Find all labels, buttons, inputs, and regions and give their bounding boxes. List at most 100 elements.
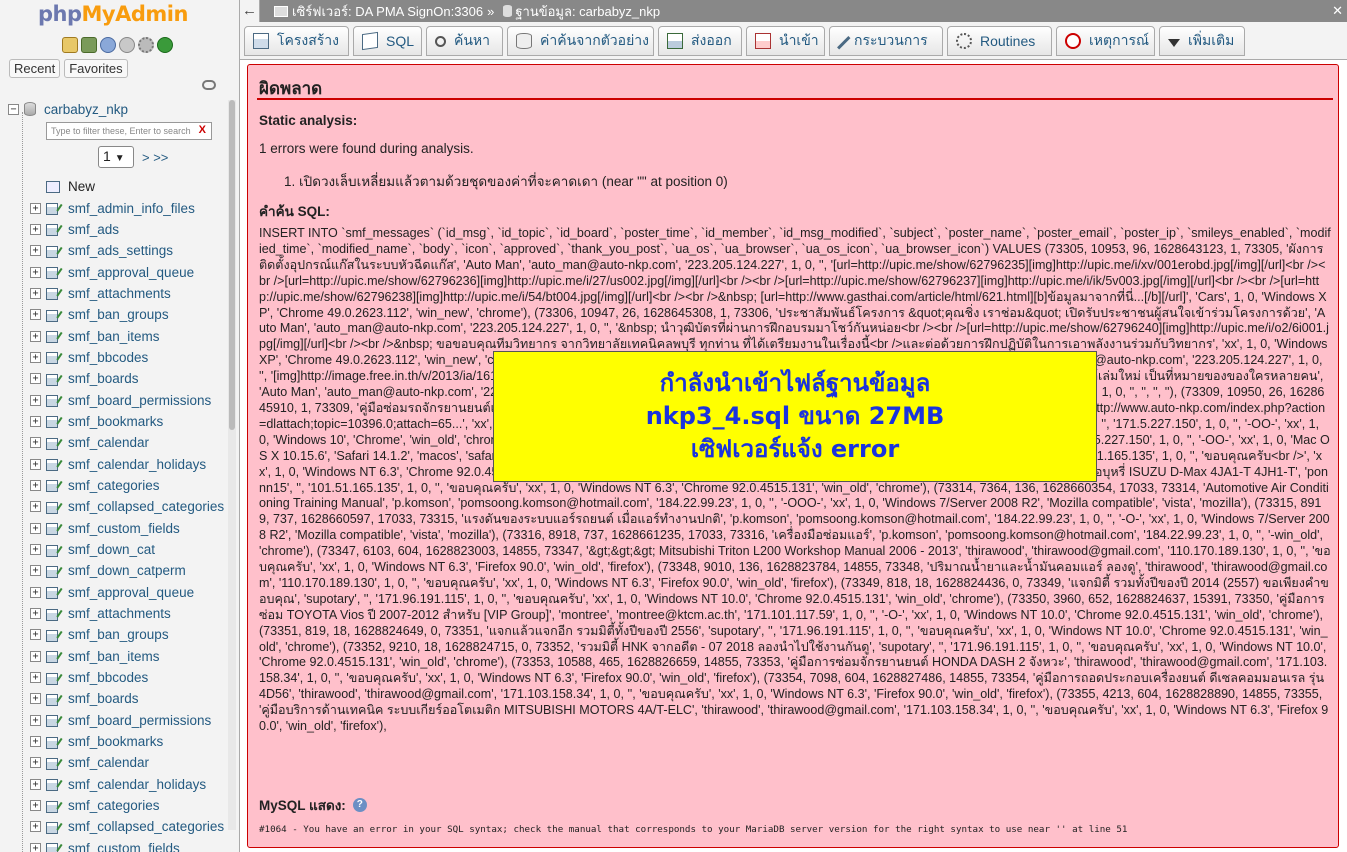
sidebar-table-item[interactable]: + smf_categories — [30, 795, 230, 816]
tab-events[interactable]: เหตุการณ์ — [1056, 26, 1155, 56]
docs-icon[interactable] — [119, 37, 135, 53]
sidebar-table-item[interactable]: + smf_board_permissions — [30, 710, 230, 731]
breadcrumb-database[interactable]: ฐานข้อมูล: carbabyz_nkp — [515, 1, 660, 22]
tab-operations[interactable]: กระบวนการ — [829, 26, 943, 56]
tab-sql[interactable]: SQL — [353, 26, 422, 56]
sidebar-scrollbar-thumb[interactable] — [229, 100, 235, 430]
settings-icon[interactable]: ✕ — [1332, 3, 1343, 19]
expand-icon[interactable]: + — [30, 821, 41, 833]
expand-icon[interactable]: + — [30, 202, 41, 214]
expand-icon[interactable]: + — [30, 586, 41, 598]
sidebar-table-item[interactable]: + smf_calendar — [30, 432, 230, 453]
sidebar-table-item[interactable]: + smf_attachments — [30, 283, 230, 304]
expand-icon[interactable]: + — [30, 800, 41, 812]
expand-icon[interactable]: + — [30, 544, 41, 556]
favorites-tab[interactable]: Favorites — [64, 59, 128, 78]
sidebar-table-item[interactable]: + smf_boards — [30, 688, 230, 709]
expand-icon[interactable]: + — [30, 415, 41, 427]
table-name[interactable]: smf_attachments — [68, 286, 171, 301]
table-name[interactable]: smf_calendar_holidays — [68, 457, 206, 472]
sidebar-table-item[interactable]: + smf_calendar_holidays — [30, 774, 230, 795]
next-page-link[interactable]: > >> — [142, 150, 168, 165]
page-select[interactable]: 1 ▼ — [98, 146, 134, 168]
tab-search[interactable]: ค้นหา — [426, 26, 503, 56]
tab-export[interactable]: ส่งออก — [658, 26, 742, 56]
sidebar-table-item[interactable]: + smf_bbcodes — [30, 667, 230, 688]
sidebar-table-item[interactable]: + smf_bookmarks — [30, 731, 230, 752]
table-name[interactable]: smf_board_permissions — [68, 713, 211, 728]
expand-icon[interactable]: + — [30, 394, 41, 406]
table-name[interactable]: smf_categories — [68, 798, 160, 813]
sidebar-table-item[interactable]: + smf_calendar_holidays — [30, 453, 230, 474]
table-name[interactable]: smf_custom_fields — [68, 841, 180, 852]
tab-structure[interactable]: โครงสร้าง — [244, 26, 349, 56]
tab-import[interactable]: นำเข้า — [746, 26, 825, 56]
expand-icon[interactable]: + — [30, 458, 41, 470]
tab-more[interactable]: เพิ่มเติม — [1159, 26, 1245, 56]
table-name[interactable]: smf_categories — [68, 478, 160, 493]
expand-icon[interactable]: + — [30, 330, 41, 342]
sidebar-table-item[interactable]: + smf_boards — [30, 368, 230, 389]
table-name[interactable]: smf_boards — [68, 691, 139, 706]
help-icon[interactable] — [100, 37, 116, 53]
new-table-item[interactable]: New — [30, 176, 230, 197]
expand-icon[interactable]: + — [30, 309, 41, 321]
expand-icon[interactable]: + — [30, 266, 41, 278]
table-name[interactable]: smf_board_permissions — [68, 393, 211, 408]
recent-tab[interactable]: Recent — [9, 59, 61, 78]
table-name[interactable]: smf_collapsed_categories — [68, 819, 224, 834]
sidebar-table-item[interactable]: + smf_collapsed_categories — [30, 496, 230, 517]
collapse-sidebar-icon[interactable]: ← — [240, 0, 260, 22]
sidebar-table-item[interactable]: + smf_custom_fields — [30, 518, 230, 539]
expand-icon[interactable]: + — [30, 650, 41, 662]
expand-icon[interactable]: + — [30, 842, 41, 852]
clear-filter-icon[interactable]: X — [199, 124, 206, 136]
expand-icon[interactable]: + — [30, 437, 41, 449]
sidebar-table-item[interactable]: + smf_down_cat — [30, 539, 230, 560]
settings-icon[interactable] — [138, 37, 154, 53]
phpmyadmin-logo[interactable]: phpMyAdmin — [38, 2, 188, 26]
tab-routines[interactable]: Routines — [947, 26, 1052, 56]
sidebar-table-item[interactable]: + smf_admin_info_files — [30, 197, 230, 218]
tab-query[interactable]: ค่าค้นจากตัวอย่าง — [507, 26, 654, 56]
expand-icon[interactable]: + — [30, 522, 41, 534]
sidebar-table-item[interactable]: + smf_attachments — [30, 603, 230, 624]
sidebar-table-item[interactable]: + smf_ads — [30, 219, 230, 240]
sidebar-table-item[interactable]: + smf_approval_queue — [30, 261, 230, 282]
table-name[interactable]: smf_custom_fields — [68, 521, 180, 536]
table-name[interactable]: smf_approval_queue — [68, 265, 194, 280]
table-name[interactable]: smf_down_catperm — [68, 563, 186, 578]
expand-icon[interactable]: + — [30, 672, 41, 684]
sidebar-table-item[interactable]: + smf_ban_items — [30, 325, 230, 346]
expand-icon[interactable]: + — [30, 608, 41, 620]
table-name[interactable]: smf_approval_queue — [68, 585, 194, 600]
expand-icon[interactable]: + — [30, 245, 41, 257]
table-name[interactable]: smf_calendar — [68, 435, 149, 450]
sidebar-table-item[interactable]: + smf_bookmarks — [30, 411, 230, 432]
table-name[interactable]: smf_ads — [68, 222, 119, 237]
link-with-main-icon[interactable] — [202, 80, 216, 90]
sidebar-table-item[interactable]: + smf_custom_fields — [30, 838, 230, 852]
table-name[interactable]: smf_ads_settings — [68, 243, 173, 258]
sidebar-table-item[interactable]: + smf_board_permissions — [30, 389, 230, 410]
table-name[interactable]: smf_bbcodes — [68, 350, 148, 365]
sidebar-table-item[interactable]: + smf_ban_groups — [30, 624, 230, 645]
expand-icon[interactable]: + — [30, 479, 41, 491]
expand-icon[interactable]: + — [30, 693, 41, 705]
expand-icon[interactable]: + — [30, 223, 41, 235]
reload-icon[interactable] — [157, 37, 173, 53]
sidebar-table-item[interactable]: + smf_categories — [30, 475, 230, 496]
table-name[interactable]: smf_calendar — [68, 755, 149, 770]
table-name[interactable]: smf_bbcodes — [68, 670, 148, 685]
expand-icon[interactable]: + — [30, 757, 41, 769]
sidebar-table-item[interactable]: + smf_approval_queue — [30, 582, 230, 603]
expand-icon[interactable]: + — [30, 778, 41, 790]
database-item[interactable]: − carbabyz_nkp — [8, 98, 233, 120]
sidebar-table-item[interactable]: + smf_bbcodes — [30, 347, 230, 368]
expand-icon[interactable]: + — [30, 629, 41, 641]
expand-icon[interactable]: + — [30, 736, 41, 748]
table-name[interactable]: smf_ban_groups — [68, 307, 169, 322]
table-name[interactable]: smf_attachments — [68, 606, 171, 621]
expand-icon[interactable]: + — [30, 501, 41, 513]
table-name[interactable]: smf_ban_groups — [68, 627, 169, 642]
